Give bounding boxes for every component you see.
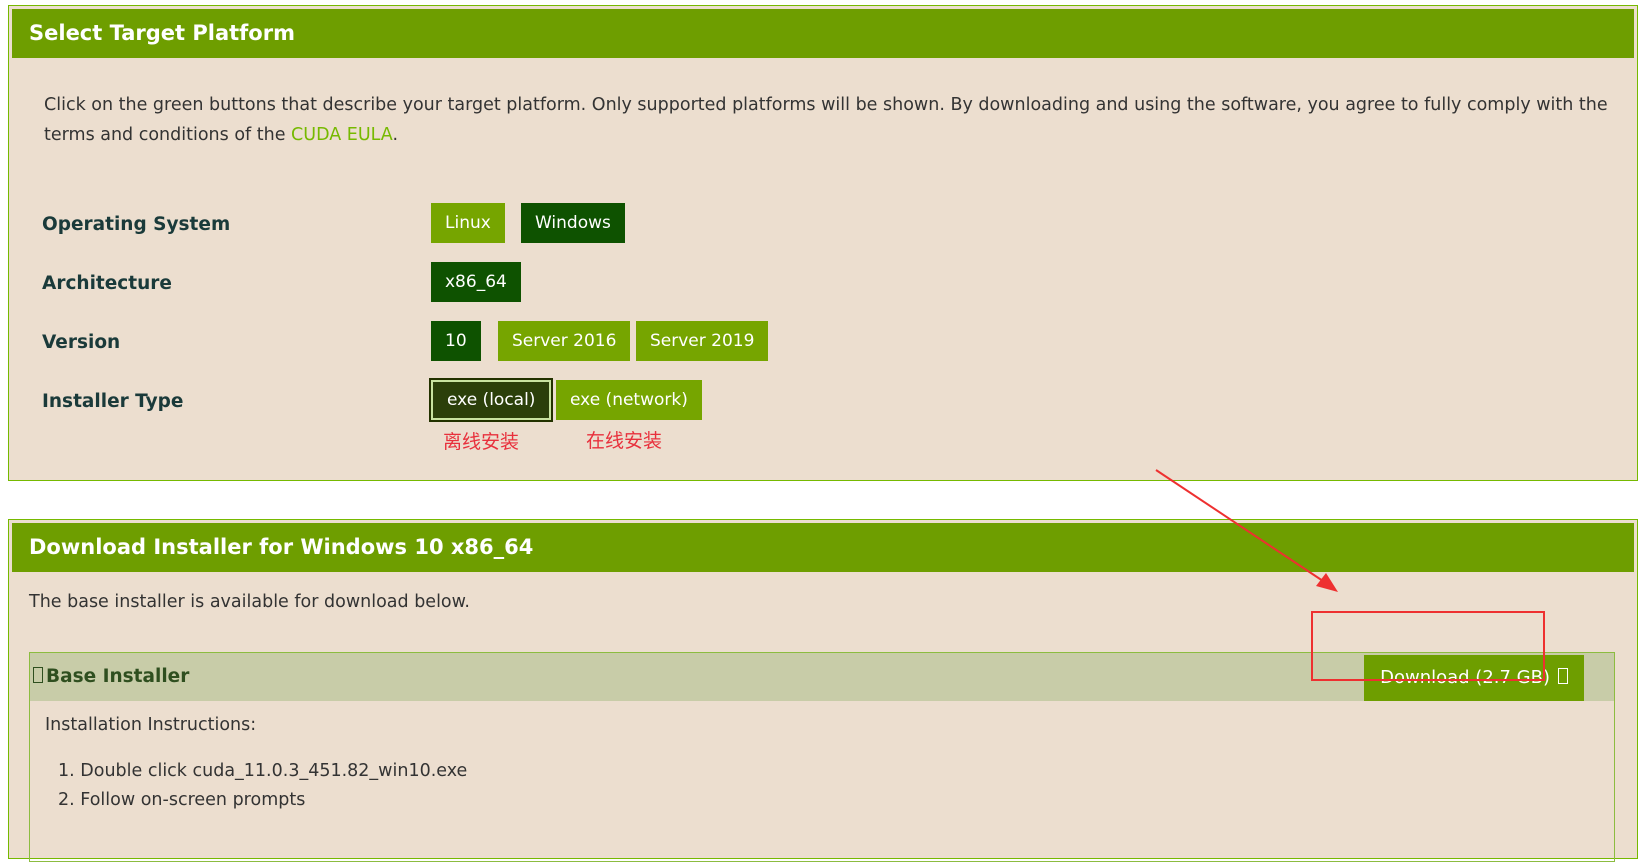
os-linux-button[interactable]: Linux <box>431 203 505 243</box>
annotation-online-install: 在线安装 <box>586 430 663 452</box>
download-button-label: Download (2.7 GB) <box>1380 667 1550 688</box>
version-10-button[interactable]: 10 <box>431 321 481 361</box>
download-button[interactable]: Download (2.7 GB) <box>1364 655 1584 701</box>
base-installer-header[interactable]: Base Installer Download (2.7 GB) <box>30 653 1614 701</box>
base-installer-subtext: The base installer is available for down… <box>29 592 470 612</box>
installation-steps: 1. Double click cuda_11.0.3_451.82_win10… <box>58 757 467 815</box>
panel-header-platform: Select Target Platform <box>12 9 1634 58</box>
select-target-platform-panel: Select Target Platform Click on the gree… <box>8 5 1638 481</box>
annotation-offline-install: 离线安装 <box>443 431 520 453</box>
intro-text: Click on the green buttons that describe… <box>44 90 1624 150</box>
version-server-2016-button[interactable]: Server 2016 <box>498 321 631 361</box>
download-installer-panel: Download Installer for Windows 10 x86_64… <box>8 519 1638 862</box>
architecture-label: Architecture <box>42 273 172 294</box>
intro-end: . <box>392 125 399 145</box>
intro-body: Click on the green buttons that describe… <box>44 95 1608 145</box>
download-icon <box>1558 668 1568 684</box>
arch-x86_64-button[interactable]: x86_64 <box>431 262 521 302</box>
version-label: Version <box>42 332 121 353</box>
list-item: 2. Follow on-screen prompts <box>58 790 306 810</box>
missing-glyph-icon <box>33 667 43 683</box>
os-windows-button[interactable]: Windows <box>521 203 625 243</box>
installer-exe-local-button[interactable]: exe (local) <box>428 378 554 422</box>
os-label: Operating System <box>42 214 231 235</box>
base-installer-title: Base Installer <box>33 653 189 701</box>
panel-header-download: Download Installer for Windows 10 x86_64 <box>12 523 1634 572</box>
version-server-2019-button[interactable]: Server 2019 <box>636 321 769 361</box>
installer-type-label: Installer Type <box>42 391 184 412</box>
base-installer-section: Base Installer Download (2.7 GB) Install… <box>29 652 1615 862</box>
base-installer-title-text: Base Installer <box>46 666 190 687</box>
installer-exe-network-button[interactable]: exe (network) <box>556 380 702 420</box>
cuda-eula-link[interactable]: CUDA EULA <box>291 125 392 145</box>
list-item: 1. Double click cuda_11.0.3_451.82_win10… <box>58 761 468 781</box>
installation-instructions-title: Installation Instructions: <box>45 715 257 735</box>
